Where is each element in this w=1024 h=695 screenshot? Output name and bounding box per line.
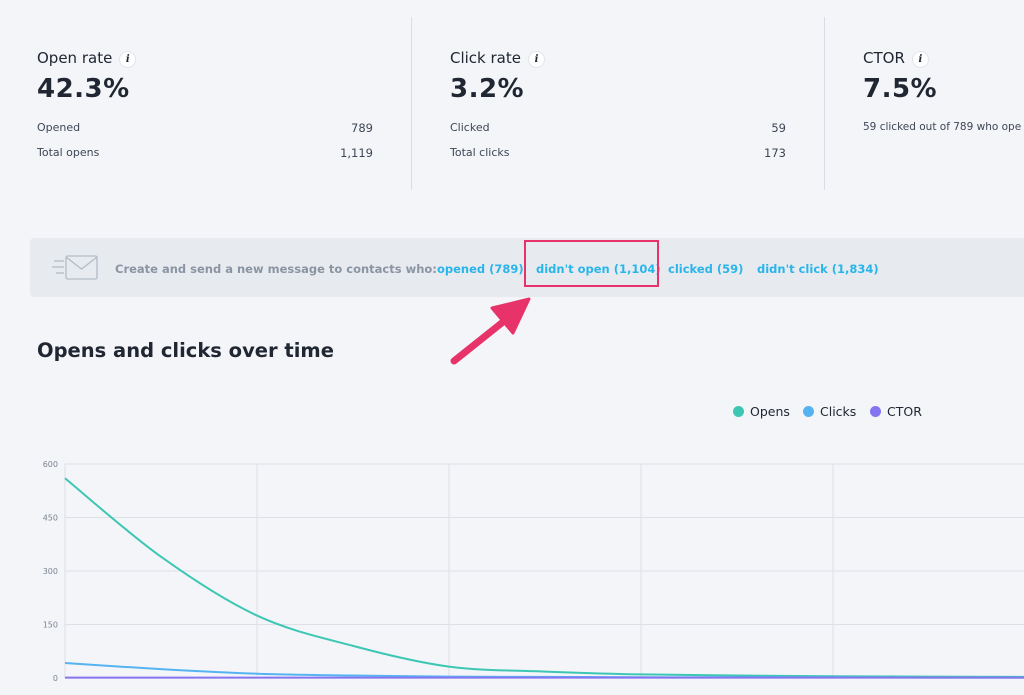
stats-divider [824, 17, 825, 190]
info-icon[interactable]: i [120, 52, 136, 67]
click-rate-card: Click rate i 3.2% Clicked 59 Total clicks… [450, 0, 790, 200]
ctor-description: 59 clicked out of 789 who ope [863, 121, 1022, 133]
click-rate-value: 3.2% [450, 74, 525, 104]
open-rate-title-text: Open rate [37, 49, 113, 67]
info-icon[interactable]: i [528, 52, 544, 67]
envelope-icon [52, 255, 98, 280]
opened-label: Opened [37, 121, 81, 134]
ctor-title: CTOR i [863, 49, 928, 67]
total-clicks-value: 173 [764, 146, 786, 160]
click-rate-title-text: Click rate [450, 49, 521, 67]
legend-ctor-label: CTOR [887, 404, 922, 419]
ctor-card: CTOR i 7.5% 59 clicked out of 789 who ope [863, 0, 1024, 200]
series-line-opens [64, 477, 1024, 678]
y-tick-label: 600 [43, 460, 58, 469]
info-icon[interactable]: i [912, 52, 928, 67]
legend-clicks-label: Clicks [820, 404, 857, 419]
didnt-click-segment-link[interactable]: didn't click (1,834) [757, 262, 879, 276]
ctor-title-text: CTOR [863, 49, 905, 67]
annotation-arrow [450, 297, 531, 365]
opened-value: 789 [351, 121, 373, 135]
clicked-segment-link[interactable]: clicked (59) [668, 262, 743, 276]
open-rate-value: 42.3% [37, 74, 130, 104]
clicked-label: Clicked [450, 121, 490, 134]
legend-opens-label: Opens [750, 404, 790, 419]
legend-opens-dot [733, 406, 744, 417]
opens-clicks-chart: 600 450 300 150 0 [43, 460, 1024, 683]
legend-ctor[interactable]: CTOR [870, 404, 922, 419]
clicked-value: 59 [771, 121, 786, 135]
banner-text: Create and send a new message to contact… [115, 262, 437, 276]
y-tick-label: 450 [43, 514, 58, 523]
total-opens-label: Total opens [37, 146, 100, 159]
legend-clicks-dot [803, 406, 814, 417]
highlight-box [524, 240, 659, 287]
total-clicks-label: Total clicks [450, 146, 510, 159]
legend-ctor-dot [870, 406, 881, 417]
open-rate-card: Open rate i 42.3% Opened 789 Total opens … [37, 0, 377, 200]
total-opens-value: 1,119 [340, 146, 373, 160]
ctor-value: 7.5% [863, 74, 938, 104]
stats-section: Open rate i 42.3% Opened 789 Total opens … [0, 0, 1024, 200]
stats-divider [411, 17, 412, 190]
click-rate-title: Click rate i [450, 49, 544, 67]
opened-segment-link[interactable]: opened (789) [437, 262, 524, 276]
y-tick-label: 150 [43, 621, 58, 630]
y-tick-label: 300 [43, 567, 58, 576]
legend-opens[interactable]: Opens [733, 404, 790, 419]
legend-clicks[interactable]: Clicks [803, 404, 856, 419]
y-tick-label: 0 [53, 674, 58, 683]
chart-title: Opens and clicks over time [37, 339, 334, 362]
open-rate-title: Open rate i [37, 49, 136, 67]
